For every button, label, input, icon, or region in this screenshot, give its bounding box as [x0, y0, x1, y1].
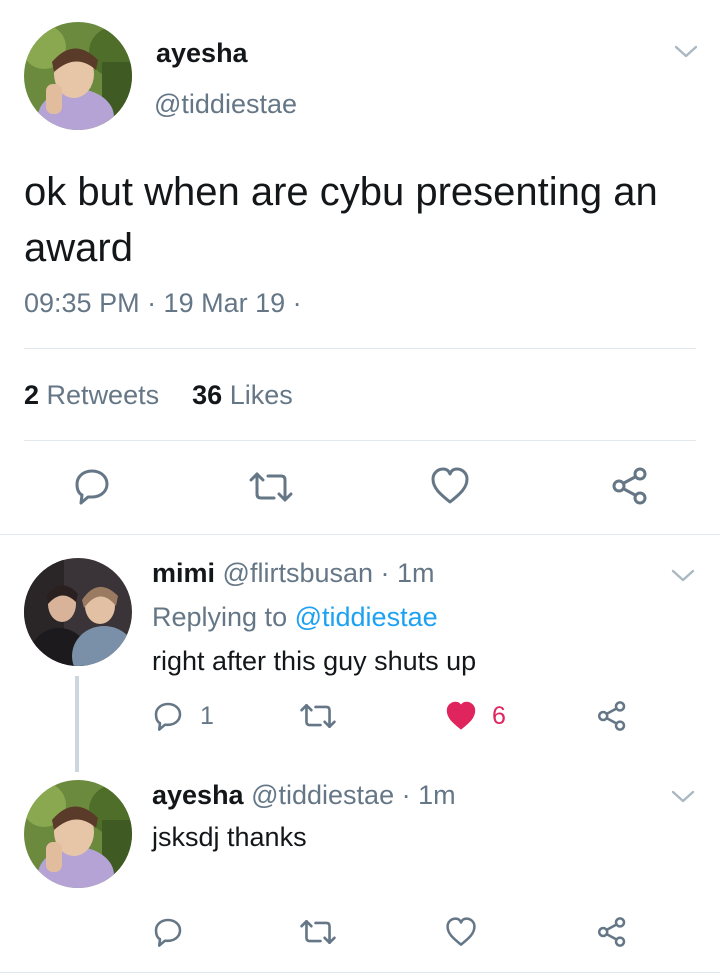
display-name[interactable]: mimi — [152, 558, 215, 588]
like-count[interactable]: 36 — [192, 380, 222, 410]
like-icon[interactable] — [445, 917, 477, 947]
retweet-icon[interactable] — [247, 470, 295, 504]
chevron-down-icon[interactable] — [670, 568, 696, 584]
share-icon[interactable] — [596, 700, 628, 732]
reply-header: ayesha @tiddiestae · 1m — [152, 778, 456, 812]
stats-row: 2 Retweets 36 Likes — [24, 378, 293, 412]
avatar[interactable] — [24, 780, 132, 888]
share-icon[interactable] — [596, 916, 628, 948]
tweet-text: jsksdj thanks — [152, 822, 307, 852]
timestamp[interactable]: · 1m — [381, 558, 435, 588]
like-icon[interactable] — [445, 701, 477, 731]
like-icon[interactable] — [430, 467, 470, 505]
handle[interactable]: @tiddiestae — [251, 780, 394, 810]
like-label[interactable]: Likes — [230, 380, 293, 410]
reply-icon[interactable] — [152, 700, 184, 732]
display-name[interactable]: ayesha — [152, 780, 244, 810]
chevron-down-icon[interactable] — [670, 789, 696, 805]
retweet-label[interactable]: Retweets — [47, 380, 160, 410]
share-icon[interactable] — [610, 466, 650, 506]
reply-header: mimi @flirtsbusan · 1m — [152, 556, 435, 590]
reply-icon[interactable] — [152, 916, 184, 948]
timestamp[interactable]: · 1m — [402, 780, 456, 810]
section-divider — [0, 972, 720, 973]
replying-to: Replying to @tiddiestae — [152, 600, 438, 634]
handle[interactable]: @flirtsbusan — [223, 558, 373, 588]
tweet-text: right after this guy shuts up — [152, 646, 477, 676]
like-count[interactable]: 6 — [492, 701, 506, 731]
retweet-icon[interactable] — [298, 702, 338, 730]
replying-to-label: Replying to — [152, 602, 288, 632]
tweet-text: ok but when are cybu presenting an award — [24, 170, 658, 270]
timestamp[interactable]: 09:35 PM · 19 Mar 19 · — [24, 286, 302, 320]
thread-line — [75, 676, 79, 772]
reply-icon[interactable] — [72, 466, 112, 506]
retweet-icon[interactable] — [298, 918, 338, 946]
avatar[interactable] — [24, 22, 132, 130]
avatar[interactable] — [24, 558, 132, 666]
retweet-count[interactable]: 2 — [24, 380, 39, 410]
divider — [24, 348, 696, 349]
reply-count[interactable]: 1 — [200, 701, 214, 731]
divider — [24, 440, 696, 441]
handle[interactable]: @tiddiestae — [154, 87, 297, 121]
display-name[interactable]: ayesha — [156, 36, 248, 70]
replying-to-link[interactable]: @tiddiestae — [295, 602, 438, 632]
chevron-down-icon[interactable] — [673, 44, 699, 60]
section-divider — [0, 534, 720, 535]
